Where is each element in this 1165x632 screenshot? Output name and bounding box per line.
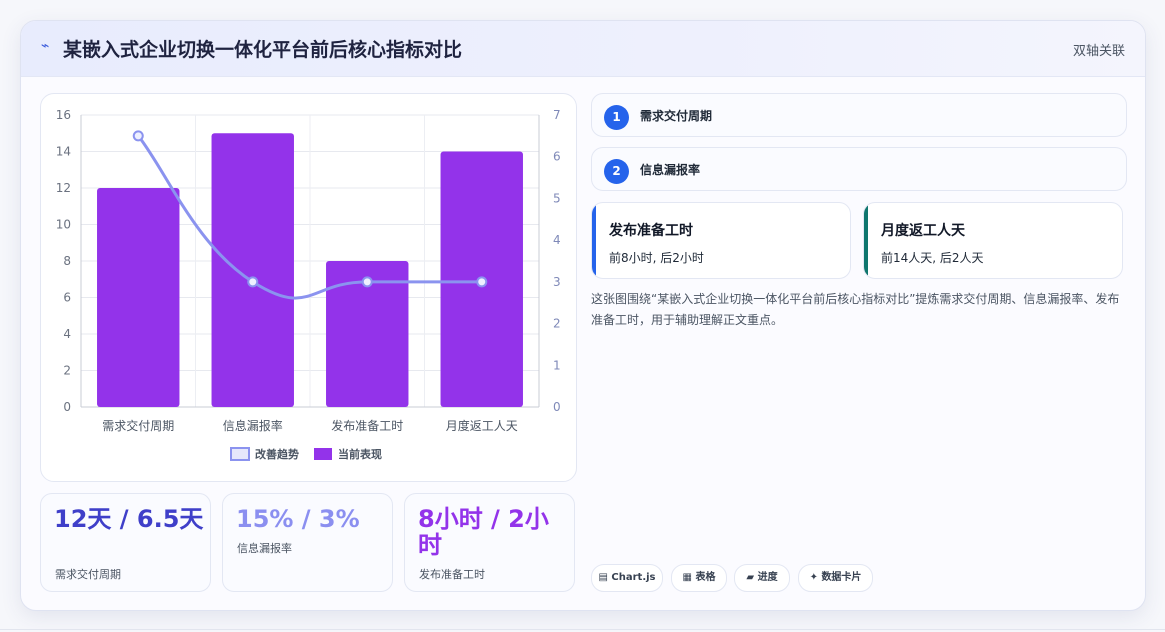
y-right-tick-label: 4 — [553, 233, 561, 247]
y-right-tick-label: 6 — [553, 150, 561, 164]
kpi-title: 发布准备工时 — [609, 223, 693, 239]
bottom-divider — [0, 629, 1165, 630]
x-tick-label: 信息漏报率 — [223, 418, 283, 433]
step-number-badge: 1 — [604, 105, 629, 130]
combo-chart: 024681012141601234567需求交付周期 信息漏报率 发布准备工时 月度… — [56, 108, 561, 461]
chip-label: 表格 — [695, 572, 716, 583]
y-left-tick-label: 8 — [63, 254, 71, 268]
header: ⌁ 某嵌入式企业切换一体化平台前后核心指标对比 双轴关联 — [21, 21, 1145, 77]
x-tick-label: 发布准备工时 — [331, 418, 403, 433]
legend-swatch-bar — [314, 448, 332, 460]
y-right-tick-label: 3 — [553, 275, 561, 289]
kpi-subtitle: 前14人天, 后2人天 — [881, 251, 984, 265]
trend-point-1 — [132, 130, 144, 142]
stat-card-release-hours: 8小时 / 2小时 发布准备工时 — [404, 493, 575, 592]
bar-2 — [211, 133, 294, 407]
kpi-subtitle: 前8小时, 后2小时 — [609, 251, 704, 265]
y-left-tick-label: 14 — [56, 145, 71, 159]
accent-bar — [592, 203, 596, 278]
kpi-title: 月度返工人天 — [881, 223, 965, 239]
step-item-1[interactable]: 1 需求交付周期 — [591, 93, 1127, 137]
chip-chartjs[interactable]: ▤ Chart.js — [591, 564, 663, 592]
progress-icon: ▰ — [746, 572, 755, 583]
stat-card-miss-rate: 15% / 3% 信息漏报率 — [222, 493, 393, 592]
kpi-card-rework-days: 月度返工人天 前14人天, 后2人天 — [863, 202, 1123, 279]
chart-icon: ▤ — [598, 572, 608, 583]
y-right-tick-label: 1 — [553, 358, 561, 372]
y-left-tick-label: 6 — [63, 291, 71, 305]
chip-data-card[interactable]: ✦ 数据卡片 — [798, 564, 873, 592]
chip-label: 数据卡片 — [821, 572, 862, 583]
x-tick-label: 月度返工人天 — [446, 418, 518, 433]
y-right-tick-label: 7 — [553, 108, 561, 122]
bar-1 — [97, 188, 180, 407]
y-left-tick-label: 10 — [56, 218, 71, 232]
accent-bar — [864, 203, 868, 278]
table-icon: ▦ — [682, 572, 692, 583]
y-left-tick-label: 4 — [63, 327, 71, 341]
y-right-tick-label: 5 — [553, 191, 561, 205]
stat-label: 需求交付周期 — [55, 568, 121, 581]
legend-label-bar: 当前表现 — [338, 447, 382, 461]
chip-table[interactable]: ▦ 表格 — [671, 564, 727, 592]
legend-swatch-trend — [230, 447, 250, 461]
step-label: 信息漏报率 — [640, 163, 701, 177]
y-right-tick-label: 2 — [553, 317, 561, 331]
y-left-tick-label: 0 — [63, 400, 71, 414]
chip-progress[interactable]: ▰ 进度 — [734, 564, 790, 592]
page-title: 某嵌入式企业切换一体化平台前后核心指标对比 — [63, 39, 463, 61]
legend-label-trend: 改善趋势 — [255, 447, 299, 461]
x-tick-label: 需求交付周期 — [102, 418, 174, 433]
step-label: 需求交付周期 — [640, 109, 713, 123]
chip-label: 进度 — [757, 572, 778, 583]
main-card: ⌁ 某嵌入式企业切换一体化平台前后核心指标对比 双轴关联 0 2 4 6 8 10 12 14… — [20, 20, 1146, 611]
step-item-2[interactable]: 2 信息漏报率 — [591, 147, 1127, 191]
header-tag[interactable]: 双轴关联 — [1073, 40, 1125, 59]
stat-card-delivery: 12天 / 6.5天 需求交付周期 — [40, 493, 211, 592]
stat-value: 15% / 3% — [236, 505, 360, 533]
sparkle-icon: ✦ — [809, 572, 818, 583]
trend-point-2 — [247, 276, 259, 288]
chart-panel: 0 2 4 6 8 10 12 14 16 0 1 2 3 4 5 6 7 需求交付周期 信息漏报率 发布准备工时 月度… — [40, 93, 577, 482]
y-left-tick-label: 2 — [63, 364, 71, 378]
y-left-tick-label: 12 — [56, 181, 71, 195]
kpi-card-release-hours: 发布准备工时 前8小时, 后2小时 — [591, 202, 851, 279]
stat-value: 8小时 / 2小时 — [418, 505, 549, 559]
chip-label: Chart.js — [611, 572, 656, 583]
step-number-badge: 2 — [604, 159, 629, 184]
stat-value: 12天 / 6.5天 — [54, 505, 204, 533]
chart-description: 这张图围绕“某嵌入式企业切换一体化平台前后核心指标对比”提炼需求交付周期、信息漏… — [591, 292, 1120, 327]
trend-point-3 — [361, 276, 373, 288]
stat-label: 信息漏报率 — [237, 542, 292, 555]
lightning-icon: ⌁ — [41, 38, 50, 54]
y-right-tick-label: 0 — [553, 400, 561, 414]
trend-point-4 — [476, 276, 488, 288]
stat-label: 发布准备工时 — [419, 568, 485, 581]
y-left-tick-label: 16 — [56, 108, 71, 122]
